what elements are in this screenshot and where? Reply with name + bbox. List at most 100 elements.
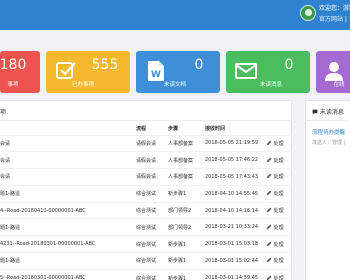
todo-panel-title: 项: [0, 101, 291, 121]
table-row[interactable]: 4231--Road-20180301-00000001-ABC 综合测试 新步…: [0, 235, 290, 253]
row-title[interactable]: 题1-路遥: [0, 252, 133, 270]
row-title[interactable]: 4231--Road-20180301-00000001-ABC: [0, 235, 133, 253]
table-row[interactable]: 题1-路遥 综合测试 部门领导2 2018-03-21 10:33:24 处理: [0, 218, 290, 236]
row-flow: 综合测试: [133, 235, 165, 253]
top-bar: 欢迎您：游戏 官方网站 |: [0, 0, 350, 30]
process-button[interactable]: 处理: [263, 235, 290, 253]
message-item-title[interactable]: 流程待办提醒: [312, 128, 345, 136]
comment-icon: [312, 109, 318, 115]
process-button[interactable]: 处理: [263, 218, 290, 236]
row-time: 2018-05-05 17:43:43: [202, 168, 263, 186]
row-flow: 综合测试: [133, 268, 165, 280]
row-time: 2018-05-05 21:19:59: [202, 134, 263, 152]
row-title[interactable]: 5--Road-20180301-00000001-ABC: [0, 268, 133, 280]
row-time: 2018-03-21 10:33:24: [202, 218, 263, 236]
row-title[interactable]: 题1-路遥: [0, 218, 133, 236]
card-unread-messages-label: 未读消息: [259, 82, 282, 88]
row-time: 2018-04-10 14:55:45: [202, 184, 263, 203]
table-row[interactable]: 4--Road-20180410-00000001-ABC 综合测试 部门领导2…: [0, 201, 290, 219]
row-flow: 综合测试: [133, 201, 165, 219]
process-button[interactable]: 处理: [263, 184, 290, 203]
card-pending-label: 事项: [7, 82, 19, 88]
card-done-count: 555: [91, 57, 119, 73]
row-step: 部门领导2: [165, 201, 202, 219]
table-row[interactable]: 会请 请假会请 人事部备案 2018-05-05 21:19:59 处理: [0, 134, 290, 152]
edit-icon: [266, 207, 272, 213]
card-done[interactable]: 555 已办事项: [46, 51, 130, 93]
table-row[interactable]: 会请 请假会请 人事部备案 2018-05-05 17:43:43 处理: [0, 168, 290, 186]
card-unread-messages[interactable]: 0 未读消息: [226, 51, 310, 93]
edit-icon: [266, 140, 272, 146]
row-title[interactable]: 会请: [0, 134, 133, 152]
edit-icon: [266, 157, 272, 163]
process-label: 处理: [273, 157, 284, 164]
user-avatar[interactable]: [300, 5, 316, 21]
row-flow: 请假会请: [133, 168, 165, 186]
row-step: 新步骤1: [165, 235, 202, 253]
message-item-sender: 发送人：管理 |: [312, 140, 346, 146]
row-step: 人事部备案: [165, 168, 202, 186]
process-button[interactable]: 处理: [263, 151, 290, 169]
edit-icon: [266, 241, 272, 247]
row-time: 2018-05-05 17:46:22: [202, 151, 263, 169]
row-step: 新步骤1: [165, 268, 202, 280]
welcome-text: 欢迎您：游戏: [319, 5, 350, 12]
user-icon: [325, 62, 343, 81]
process-label: 处理: [273, 140, 284, 147]
official-site-link[interactable]: 官方网站 |: [319, 14, 347, 23]
card-pending-count: 180: [0, 57, 27, 73]
row-flow: 综合测试: [133, 252, 165, 270]
process-button[interactable]: 处理: [263, 201, 290, 219]
process-button[interactable]: 处理: [263, 134, 290, 152]
col-title: [0, 122, 133, 135]
table-row[interactable]: 题1-路遥 综合测试 新步骤1 2018-04-10 14:55:45 处理: [0, 184, 290, 203]
edit-icon: [266, 190, 272, 196]
row-title[interactable]: 会请: [0, 168, 133, 186]
process-label: 处理: [273, 241, 284, 248]
card-unread-docs[interactable]: W 0 未读文档: [136, 51, 220, 93]
card-unread-docs-count: 0: [194, 57, 204, 73]
row-flow: 综合测试: [133, 184, 165, 203]
process-label: 处理: [273, 208, 284, 215]
card-online-label: 在线: [333, 82, 345, 88]
col-time: 接收时间: [205, 125, 226, 132]
col-step: 步骤: [168, 125, 179, 132]
process-label: 处理: [273, 191, 284, 198]
row-title[interactable]: 题1-路遥: [0, 184, 133, 203]
edit-icon: [266, 258, 272, 263]
svg-text:W: W: [151, 70, 161, 80]
process-label: 处理: [273, 258, 284, 265]
todo-panel: 项 流程 步骤 接收时间 会请 请假会请 人事部备案 2018-05-05 21…: [0, 100, 292, 280]
process-label: 处理: [273, 224, 284, 231]
edit-icon: [266, 224, 272, 230]
row-time: 2018-03-01 15:02:44: [202, 252, 263, 270]
process-button[interactable]: 处理: [263, 168, 290, 186]
row-flow: 请假会请: [133, 151, 165, 169]
card-done-label: 已办事项: [71, 82, 94, 88]
col-flow: 流程: [136, 125, 147, 132]
row-step: 人事部备案: [165, 134, 202, 152]
row-title[interactable]: 4--Road-20180410-00000001-ABC: [0, 201, 133, 219]
table-row[interactable]: 题1-路遥 综合测试 新步骤1 2018-03-01 15:02:44 处理: [0, 252, 290, 270]
card-online[interactable]: 在线: [316, 51, 350, 93]
card-unread-docs-label: 未读文档: [163, 82, 186, 88]
process-button[interactable]: 处理: [263, 252, 290, 270]
col-action: [263, 122, 290, 135]
table-row[interactable]: 会请 请假会请 人事部备案 2018-05-05 17:46:22 处理: [0, 151, 290, 169]
row-flow: 请假会请: [133, 134, 165, 152]
messages-panel-head: 未读消息: [306, 101, 350, 121]
todo-table-header: 流程 步骤 接收时间: [0, 122, 290, 135]
row-step: 部门领导2: [165, 218, 202, 236]
row-title[interactable]: 会请: [0, 151, 133, 169]
table-row[interactable]: 5--Road-20180301-00000001-ABC 综合测试 新步骤1 …: [0, 268, 290, 280]
row-step: 新步骤1: [165, 252, 202, 270]
row-time: 2018-03-01 15:03:18: [202, 235, 263, 253]
edit-icon: [266, 275, 272, 280]
row-time: 2018-03-01 14:59:45: [202, 268, 263, 280]
card-pending[interactable]: 180 事项: [0, 51, 40, 93]
messages-panel: 未读消息 流程待办提醒 发送人：管理 |: [305, 100, 350, 280]
row-step: 新步骤1: [165, 184, 202, 203]
process-button[interactable]: 处理: [263, 268, 290, 280]
row-step: 人事部备案: [165, 151, 202, 169]
process-label: 处理: [273, 275, 284, 280]
